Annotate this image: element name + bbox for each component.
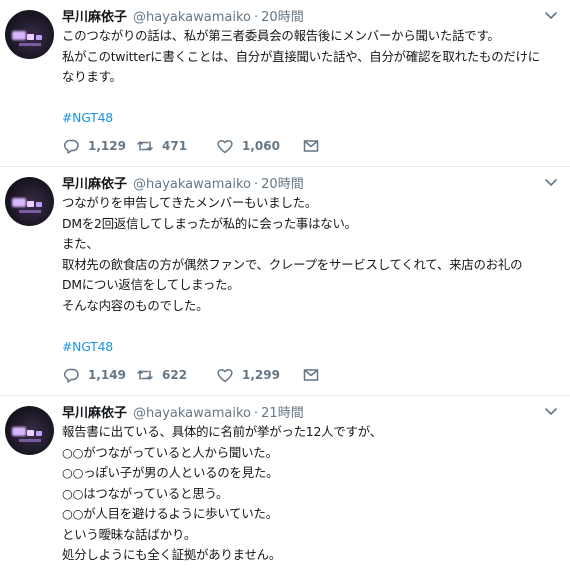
tweet-header: 早川麻依子 @hayakawamaiko · 21時間 (62, 402, 560, 421)
tweet-text: つながりを申告してきたメンバーもいました。 DMを2回返信してしまったが私的に会… (62, 193, 560, 357)
display-name[interactable]: 早川麻依子 (62, 6, 127, 25)
reply-icon (64, 368, 79, 383)
reply-count: 1,129 (88, 139, 126, 153)
message-button[interactable] (302, 366, 320, 384)
display-name[interactable]: 早川麻依子 (62, 402, 127, 421)
retweet-button[interactable]: 471 (136, 137, 216, 155)
separator: · (254, 406, 259, 421)
like-count: 1,060 (242, 139, 280, 153)
tweet-line: DMを2回返信してしまったが私的に会った事はない。 (62, 215, 357, 231)
like-count: 1,299 (242, 368, 280, 382)
tweet-line: ○○っぽい子が男の人といるのを見た。 (62, 465, 279, 480)
message-button[interactable] (302, 137, 320, 155)
timestamp[interactable]: 21時間 (261, 402, 304, 421)
tweet-line: ○○はつながっていると思う。 (62, 485, 229, 501)
tweet-line: DMについ返信をしてしまった。 (62, 277, 240, 292)
separator: · (254, 177, 259, 192)
tweet[interactable]: 早川麻依子 @hayakawamaiko · 20時間 このつながりの話は、私が… (0, 0, 570, 167)
tweet[interactable]: 早川麻依子 @hayakawamaiko · 21時間 報告書に出ている、具体的… (0, 396, 570, 573)
tweet-feed: 早川麻依子 @hayakawamaiko · 20時間 このつながりの話は、私が… (0, 0, 570, 573)
tweet-text: 報告書に出ている、具体的に名前が挙がった12人ですが、 ○○がつながっていると人… (62, 422, 560, 566)
user-handle[interactable]: @hayakawamaiko (133, 406, 251, 421)
hashtag-link[interactable]: #NGT48 (62, 337, 560, 358)
chevron-down-icon[interactable] (544, 404, 558, 418)
tweet-line: なります。 (62, 69, 122, 84)
tweet-line: 処分しようにも全く証拠がありません。 (62, 547, 282, 562)
tweet-line: という曖昧な話ばかり。 (62, 526, 197, 542)
retweet-icon (137, 370, 153, 380)
separator: · (254, 10, 259, 25)
like-icon (217, 140, 233, 154)
tweet-line: 取材先の飲食店の方が偶然ファンで、クレープをサービスしてくれて、来店のお礼の (62, 256, 523, 272)
hashtag-link[interactable]: #NGT48 (62, 108, 560, 129)
retweet-count: 622 (162, 368, 188, 382)
tweet-actions: 1,129 471 1,060 (62, 136, 320, 156)
tweet-header: 早川麻依子 @hayakawamaiko · 20時間 (62, 6, 560, 25)
timestamp[interactable]: 20時間 (261, 173, 304, 192)
message-icon (303, 369, 319, 381)
reply-button[interactable]: 1,129 (62, 137, 136, 155)
user-handle[interactable]: @hayakawamaiko (133, 10, 251, 25)
tweet-line: そんな内容のものでした。 (62, 297, 209, 313)
chevron-down-icon[interactable] (544, 175, 558, 189)
tweet-text: このつながりの話は、私が第三者委員会の報告後にメンバーから聞いた話です。 私がこ… (62, 26, 560, 129)
display-name[interactable]: 早川麻依子 (62, 173, 127, 192)
retweet-count: 471 (162, 139, 188, 153)
tweet-line: 私がこのtwitterに書くことは、自分が直接聞いた話や、自分が確認を取れたもの… (62, 48, 540, 64)
tweet-actions: 1,149 622 1,299 (62, 365, 320, 385)
tweet-header: 早川麻依子 @hayakawamaiko · 20時間 (62, 173, 560, 192)
user-handle[interactable]: @hayakawamaiko (133, 177, 251, 192)
avatar[interactable] (5, 406, 54, 455)
tweet-line: つながりを申告してきたメンバーもいました。 (62, 195, 318, 210)
reply-icon (64, 139, 79, 154)
tweet-line: また、 (62, 236, 99, 251)
tweet-line: ○○がつながっていると人から聞いた。 (62, 444, 278, 460)
reply-count: 1,149 (88, 368, 126, 382)
avatar[interactable] (5, 177, 54, 226)
reply-button[interactable]: 1,149 (62, 366, 136, 384)
tweet-line: 報告書に出ている、具体的に名前が挙がった12人ですが、 (62, 424, 382, 439)
tweet[interactable]: 早川麻依子 @hayakawamaiko · 20時間 つながりを申告してきたメ… (0, 167, 570, 396)
tweet-line: ○○が人目を避けるように歩いていた。 (62, 506, 278, 521)
tweet-line: このつながりの話は、私が第三者委員会の報告後にメンバーから聞いた話です。 (62, 28, 500, 43)
retweet-button[interactable]: 622 (136, 366, 216, 384)
like-icon (217, 369, 233, 383)
like-button[interactable]: 1,299 (216, 366, 302, 384)
timestamp[interactable]: 20時間 (261, 6, 304, 25)
message-icon (303, 140, 319, 152)
retweet-icon (137, 141, 153, 151)
chevron-down-icon[interactable] (544, 8, 558, 22)
avatar[interactable] (5, 10, 54, 59)
like-button[interactable]: 1,060 (216, 137, 302, 155)
